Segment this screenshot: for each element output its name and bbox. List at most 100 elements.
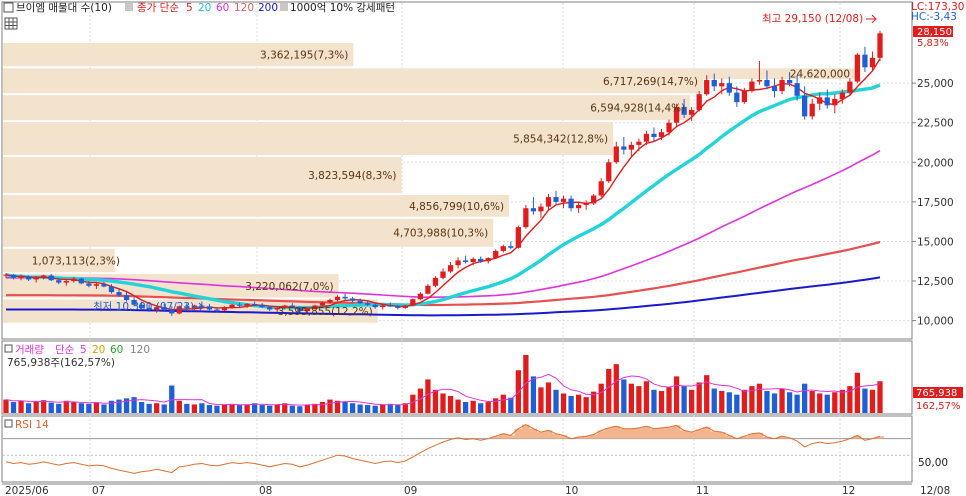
candle-body [583,203,589,206]
volume-bar [244,404,250,413]
volume-bar [349,403,356,413]
legend-pattern[interactable]: 1000억 10% 강세패턴 [290,2,395,14]
volume-bar [839,389,845,413]
volume-bar [568,395,574,413]
candle-body [756,79,763,82]
candle-body [869,57,876,68]
legend-stock-name[interactable]: 브이엠 매물대 수(10) [16,2,112,14]
volume-bar [764,391,770,413]
volume-bar [734,394,740,413]
volume-profile-bar [3,95,691,121]
candle-body [764,79,770,87]
candle-body [545,197,552,207]
x-tick-label: 08 [259,485,272,496]
candle-body [236,304,243,306]
grid-table-icon[interactable] [4,17,18,30]
candle-body [651,133,657,137]
volume-profile-label: 24,620,000 [790,69,850,81]
candle-body [779,79,785,92]
volume-profile-label: 5,854,342(12,8%) [513,134,608,146]
candle-body [18,276,24,278]
volume-bar [304,405,311,413]
legend-sep-1 [125,3,133,11]
volume-bar [319,402,326,413]
volume-bar [636,386,642,413]
candle-body [395,306,401,308]
candle-body [824,97,830,106]
candle-body [862,54,868,68]
volume-bar [78,403,84,413]
price-y-axis: 10,000 12,500 15,000 17,500 20,000 22,500 25,0… [912,78,954,328]
candle-body [613,146,619,163]
volume-legend-icon[interactable] [4,344,13,353]
candle-body [485,258,491,262]
volume-bar [417,388,424,413]
volume-bar [809,391,815,413]
volume-bar [138,402,145,413]
candle-body [704,79,710,95]
volume-title[interactable]: 거래량 [15,344,44,356]
volume-bar [259,405,265,413]
candle-body [515,227,521,248]
x-tick-label: 12 [842,485,855,496]
volume-bar [869,389,876,413]
candle-body [108,286,115,293]
candle-body [817,97,823,104]
candle-body [48,275,54,281]
candle-body [636,141,642,145]
volume-bar [440,393,446,413]
chart-menu-icon[interactable] [3,2,14,13]
volume-profile-label: 3,823,594(8,3%) [308,170,396,182]
y-tick-label: 25,000 [917,78,954,90]
volume-profile-bar [3,68,703,94]
candle-body [86,283,92,286]
volume-bar [711,388,717,413]
candle-body [101,284,107,287]
candle-body [41,275,47,278]
current-pct-label: 5,83% [917,38,949,49]
volume-bar [18,400,24,413]
candle-body [387,305,393,307]
volume-bar [560,393,567,413]
volume-bar [538,387,544,413]
legend-price-ma-title[interactable]: 종가 단순 [137,2,179,14]
volume-bar [101,404,107,413]
volume-bar [500,394,506,413]
candle-body [500,246,506,251]
legend-ma60: 60 [216,2,229,14]
candle-body [319,302,326,306]
candle-body [470,258,476,263]
candle-body [357,300,363,304]
candle-body [854,54,861,82]
volume-value: 765,938주(162,57%) [7,357,115,369]
volume-bar [643,381,650,413]
volume-profile-label: 1,073,113(2,3%) [32,255,120,267]
candle-body [726,83,732,93]
volume-ma20: 20 [92,344,105,356]
candle-body [342,296,348,299]
volume-bar [191,404,197,413]
candle-body [327,300,333,303]
candle-body [734,92,740,103]
volume-profile-label: 6,594,928(14,4%) [590,103,685,115]
candle-body [252,303,258,305]
rsi-legend-icon[interactable] [4,419,13,428]
rsi-title[interactable]: RSI 14 [15,419,49,431]
volume-bar [628,383,634,413]
volume-bar [214,405,220,413]
x-tick-label: 10 [565,485,578,496]
candle-body [711,79,717,87]
volume-bar [41,400,47,413]
candle-body [643,133,650,142]
volume-bar [771,393,778,413]
volume-ma-title: 단순 [55,344,75,356]
volume-bar [696,382,702,413]
high-annotation: 최고 29,150 (12/08) [762,13,863,25]
volume-bar [410,394,416,413]
volume-bar [206,405,213,413]
legend-sep-2 [280,3,288,11]
x-tick-label: 11 [696,485,709,496]
y-tick-label: 20,000 [917,157,954,169]
volume-bar [289,405,295,413]
volume-bar [719,391,725,413]
